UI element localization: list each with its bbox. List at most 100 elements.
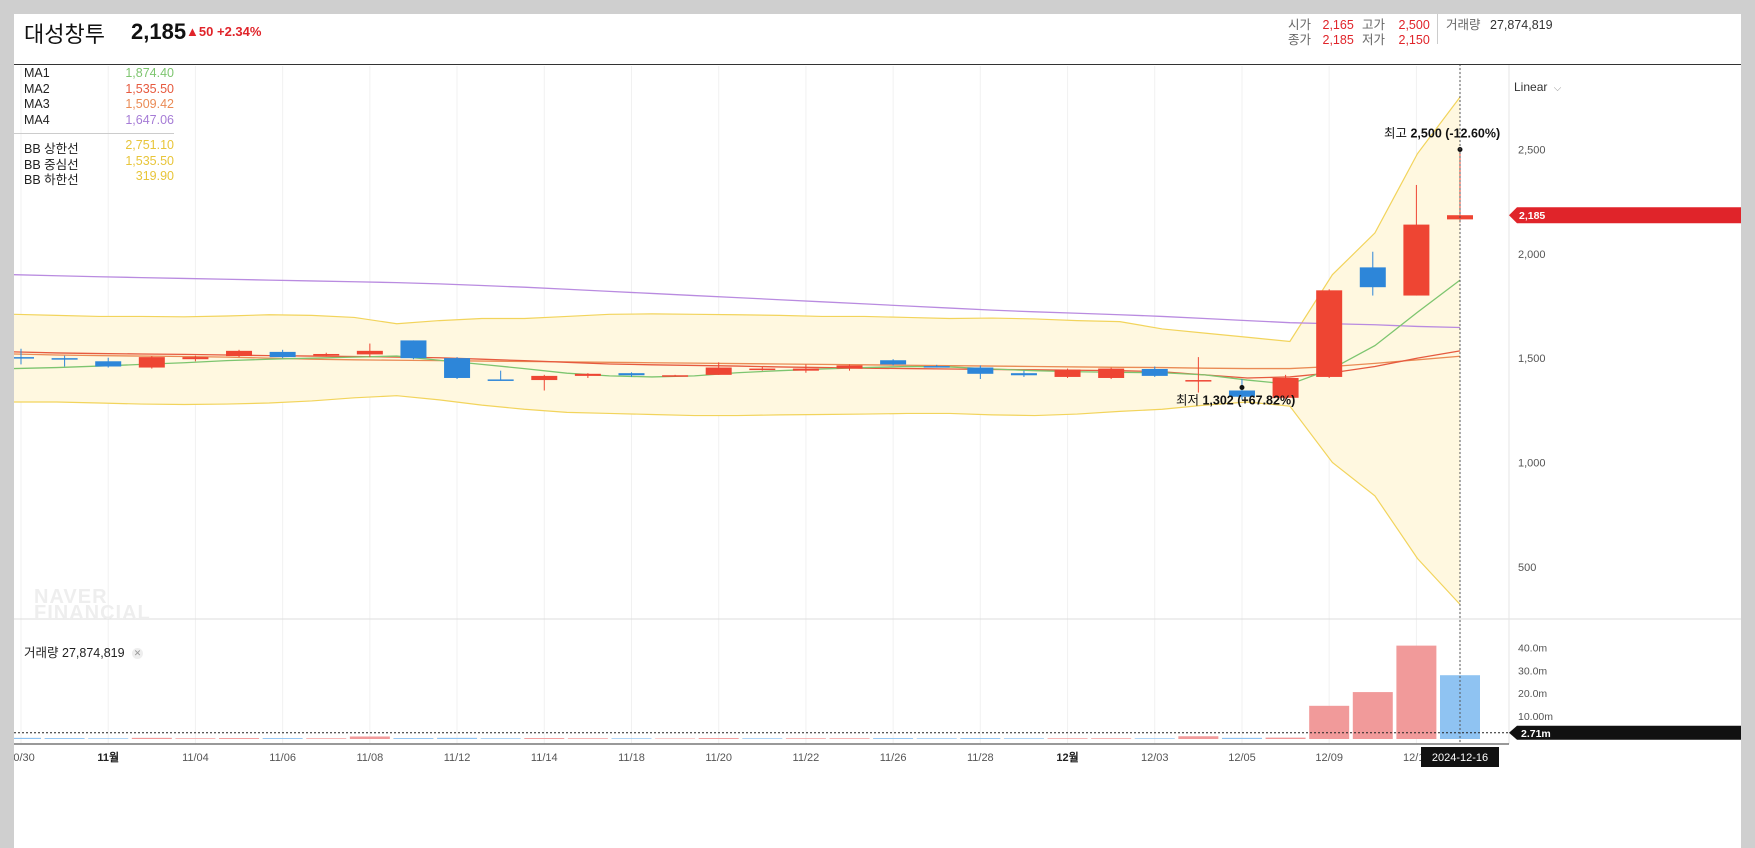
y-tick-label: 2,500 [1518, 144, 1546, 156]
volume-bar [1265, 737, 1306, 739]
x-tick-label: 11/08 [356, 752, 383, 764]
ma-legend-row: MA2 1,535.50 [24, 82, 174, 98]
chart-frame: 최고 2,500 (-12.60%) 최저 1,302 (+67.82%) 2,50… [14, 14, 1741, 848]
candle-body [1010, 373, 1037, 376]
naver-financial-logo: NAVER FINANCIAL [34, 587, 151, 623]
close-stat: 종가 2,185 [1288, 29, 1354, 48]
volume-tick-label: 30.0m [1518, 665, 1547, 677]
scale-dropdown[interactable]: Linear ⌵ [1514, 80, 1561, 94]
candle-body [313, 353, 340, 356]
x-tick-label: 12/09 [1315, 752, 1343, 764]
volume-panel-value: 27,874,819 [62, 646, 125, 660]
volume-bar [262, 738, 303, 739]
candle-body [792, 368, 819, 371]
close-icon[interactable]: ✕ [132, 648, 144, 660]
bb-upper-line [14, 96, 1461, 343]
price-chart[interactable]: 최고 2,500 (-12.60%) 최저 1,302 (+67.82%) 2,50… [14, 14, 1741, 848]
candle-body [880, 360, 907, 365]
x-tick-label: 11/06 [269, 752, 296, 764]
x-tick-label: 11/14 [531, 752, 558, 764]
candle-body [705, 367, 732, 375]
volume-bar [349, 736, 390, 739]
bollinger-band-area [14, 97, 1460, 605]
volume-panel-title: 거래량 [24, 646, 59, 660]
x-tick-label: 11월 [97, 750, 119, 764]
legend-divider [14, 133, 174, 134]
candle-body [1141, 369, 1168, 376]
volume-bar [1134, 738, 1175, 739]
low-annotation: 최저 1,302 (+67.82%) [1176, 393, 1295, 407]
bb-legend-value: 2,751.10 [125, 138, 174, 152]
volume-bar [1352, 692, 1393, 739]
low-value: 2,150 [1398, 33, 1430, 47]
volume-bar [14, 737, 41, 739]
x-tick-label: 11/20 [705, 752, 732, 764]
volume-bar [44, 738, 85, 739]
volume-bar [524, 738, 565, 739]
volume-bar [480, 738, 521, 739]
x-tick-label: 12/05 [1228, 752, 1256, 764]
x-tick-label: 11/22 [793, 752, 820, 764]
low-marker [1239, 384, 1245, 390]
candle-body [444, 358, 471, 378]
y-tick-label: 500 [1518, 562, 1536, 574]
x-tick-label: 12월 [1056, 750, 1078, 764]
volume-bar [611, 738, 652, 739]
low-label: 저가 [1362, 33, 1386, 47]
volume-bar [88, 738, 129, 739]
x-tick-label: 11/26 [880, 752, 907, 764]
candle-body [269, 351, 296, 358]
bb-legend-row: BB 하한선 319.90 [24, 169, 174, 187]
current-price-label: 2,185 [1519, 210, 1545, 222]
candle-body [487, 379, 514, 381]
crosshair-date: 2024-12-16 [1432, 752, 1488, 764]
y-tick-label: 1,500 [1518, 353, 1546, 365]
bb-legend-value: 319.90 [135, 169, 174, 183]
volume-tick-label: 10.00m [1518, 711, 1553, 723]
volume-tick-label: 40.0m [1518, 642, 1547, 654]
volume-bar [1178, 736, 1219, 739]
candle-body [1403, 224, 1430, 296]
ma-legend-name: MA2 [24, 81, 50, 96]
volume-bar [219, 738, 260, 739]
price-change-pct: +2.34% [217, 24, 262, 39]
volume-stat: 거래량 27,874,819 [1437, 14, 1553, 44]
volume-bar [785, 738, 826, 739]
ma-legend-value: 1,647.06 [125, 112, 174, 127]
x-tick-label: 11/18 [618, 752, 645, 764]
volume-bar [829, 738, 870, 739]
x-tick-label: 12/03 [1141, 752, 1169, 764]
candle-body [923, 366, 950, 368]
candle-body [51, 358, 78, 360]
ma-legend-row: MA4 1,647.06 [24, 113, 174, 129]
scale-mode: Linear [1514, 80, 1548, 94]
bb-legend-row: BB 상한선 2,751.10 [24, 138, 174, 156]
volume-bar [916, 738, 957, 739]
volume-bar [175, 738, 216, 739]
candle-body [618, 373, 645, 376]
volume-label: 거래량 [1446, 18, 1481, 32]
volume-bar [742, 738, 783, 739]
stock-name: 대성창투 [24, 22, 105, 47]
ma-legend-value: 1,509.42 [125, 97, 174, 111]
candle-body [138, 357, 165, 368]
volume-bar [1091, 738, 1132, 739]
x-tick-label: 11/28 [967, 752, 994, 764]
close-label: 종가 [1288, 33, 1312, 47]
candle-body [182, 357, 209, 360]
x-tick-label: 11/04 [182, 752, 209, 764]
bb-legend-name: BB 하한선 [24, 173, 79, 187]
candle-body [356, 350, 383, 355]
candle-body [14, 357, 34, 359]
candle-body [662, 375, 689, 377]
volume-bar [437, 737, 478, 739]
candle-body [1359, 267, 1386, 288]
volume-bar [960, 738, 1001, 739]
volume-bar [698, 738, 739, 739]
ma-legend-value: 1,874.40 [125, 66, 174, 80]
volume-bar [1221, 737, 1262, 739]
ma-legend-value: 1,535.50 [125, 81, 174, 96]
candle-body [95, 361, 122, 367]
x-tick-label: 10/30 [14, 752, 35, 764]
indicator-legend: MA1 1,874.40 MA2 1,535.50 MA3 1,509.42 MA4 1,64… [14, 66, 174, 187]
